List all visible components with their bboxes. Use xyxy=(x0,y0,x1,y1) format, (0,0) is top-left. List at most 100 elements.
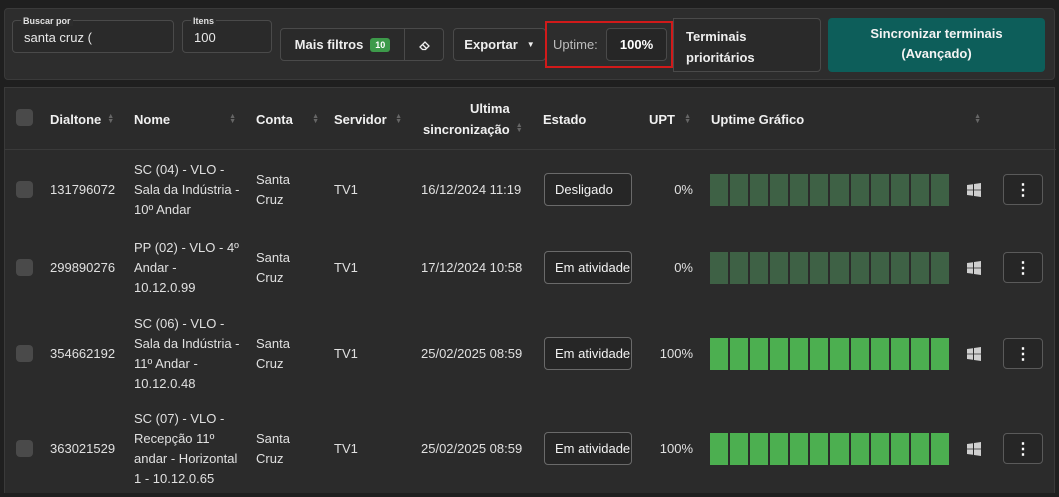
sync-terminals-button[interactable]: Sincronizar terminais (Avançado) xyxy=(828,18,1045,72)
nome-line: 1 - 10.12.0.65 xyxy=(134,471,215,486)
sync-date-cell: 17/12/2024 10:58 xyxy=(421,260,523,275)
column-header-uptime-grafico[interactable]: Uptime Gráfico ▲ ▼ xyxy=(711,88,981,150)
column-header-dialtone[interactable]: Dialtone ▲ ▼ xyxy=(50,88,114,150)
estado-dropdown[interactable]: Desligado xyxy=(544,173,632,206)
conta-line: Cruz xyxy=(256,270,284,285)
uptime-segment xyxy=(730,252,749,284)
uptime-segment xyxy=(770,252,789,284)
more-filters-button[interactable]: Mais filtros 10 xyxy=(281,37,404,52)
conta-cell: Santa Cruz xyxy=(256,334,290,374)
search-input[interactable]: Buscar por santa cruz ( xyxy=(12,16,174,53)
nome-line: Sala da Indústria - xyxy=(134,182,240,197)
row-actions-button[interactable]: ⋮ xyxy=(1003,252,1043,283)
uptime-segment xyxy=(750,174,769,206)
nome-line: 10.12.0.99 xyxy=(134,280,196,295)
items-value: 100 xyxy=(194,30,216,45)
nome-line: SC (07) - VLO - xyxy=(134,411,225,426)
search-label: Buscar por xyxy=(21,16,73,26)
uptime-segment xyxy=(850,433,869,465)
nome-line: SC (04) - VLO - xyxy=(134,162,225,177)
uptime-segment xyxy=(870,338,889,370)
uptime-segment xyxy=(770,433,789,465)
column-label: Dialtone xyxy=(50,111,102,127)
uptime-segment xyxy=(830,252,849,284)
uptime-segment xyxy=(910,252,929,284)
sync-date-cell: 16/12/2024 11:19 xyxy=(421,182,522,197)
uptime-input[interactable]: 100% xyxy=(606,28,667,61)
conta-line: Cruz xyxy=(256,192,284,207)
uptime-segment xyxy=(790,338,809,370)
nome-line: PP (02) - VLO - 4º xyxy=(134,240,239,255)
priority-terminals-button[interactable]: Terminais prioritários xyxy=(673,18,821,72)
column-label: UPT xyxy=(649,111,675,127)
row-checkbox[interactable] xyxy=(16,345,33,362)
uptime-graph xyxy=(710,338,949,370)
dialtone-cell: 131796072 xyxy=(50,182,116,197)
more-filters-group: Mais filtros 10 xyxy=(280,28,444,61)
row-checkbox[interactable] xyxy=(16,181,33,198)
nome-cell: PP (02) - VLO - 4º Andar - 10.12.0.99 xyxy=(134,238,239,298)
uptime-segment xyxy=(730,433,749,465)
nome-line: andar - Horizontal xyxy=(134,451,238,466)
nome-cell: SC (06) - VLO - Sala da Indústria - 11º An… xyxy=(134,314,240,394)
uptime-segment xyxy=(750,433,769,465)
sort-icon: ▲ ▼ xyxy=(395,113,402,125)
uptime-segment xyxy=(810,433,829,465)
kebab-menu-icon: ⋮ xyxy=(1015,345,1031,363)
dialtone-cell: 363021529 xyxy=(50,441,116,456)
uptime-graph xyxy=(710,252,949,284)
uptime-segment xyxy=(830,433,849,465)
uptime-segment xyxy=(710,174,729,206)
clear-filters-button[interactable] xyxy=(405,29,444,60)
uptime-segment xyxy=(930,433,949,465)
items-per-page-input[interactable]: Itens 100 xyxy=(182,16,272,53)
more-filters-label: Mais filtros xyxy=(294,37,364,52)
uptime-segment xyxy=(830,174,849,206)
sort-icon: ▲ ▼ xyxy=(312,113,319,125)
table-row[interactable]: 131796072 SC (04) - VLO - Sala da Indústri… xyxy=(5,151,1056,229)
table-row[interactable]: 354662192 SC (06) - VLO - Sala da Indústri… xyxy=(5,307,1056,401)
uptime-segment xyxy=(870,433,889,465)
row-actions-button[interactable]: ⋮ xyxy=(1003,433,1043,464)
column-header-conta[interactable]: Conta ▲ ▼ xyxy=(256,88,319,150)
row-actions-button[interactable]: ⋮ xyxy=(1003,338,1043,369)
column-header-servidor[interactable]: Servidor ▲ ▼ xyxy=(334,88,402,150)
row-checkbox[interactable] xyxy=(16,259,33,276)
table-row[interactable]: 363021529 SC (07) - VLO - Recepção 11º anda… xyxy=(5,401,1056,497)
filters-count-badge: 10 xyxy=(370,37,391,52)
servidor-cell: TV1 xyxy=(334,346,358,361)
estado-dropdown[interactable]: Em atividade xyxy=(544,337,632,370)
conta-line: Cruz xyxy=(256,451,284,466)
uptime-segment xyxy=(910,338,929,370)
column-label: Uptime Gráfico xyxy=(711,111,805,127)
sync-label-1: Sincronizar terminais xyxy=(870,26,1003,41)
uptime-segment xyxy=(890,252,909,284)
uptime-segment xyxy=(910,433,929,465)
sort-icon: ▲ ▼ xyxy=(974,113,981,125)
uptime-segment xyxy=(790,433,809,465)
uptime-segment xyxy=(850,174,869,206)
nome-line: SC (06) - VLO - xyxy=(134,316,225,331)
sort-icon: ▲ ▼ xyxy=(684,113,691,125)
uptime-segment xyxy=(930,174,949,206)
uptime-segment xyxy=(710,433,729,465)
estado-dropdown[interactable]: Em atividade xyxy=(544,251,632,284)
upt-cell: 0% xyxy=(674,182,693,197)
row-actions-button[interactable]: ⋮ xyxy=(1003,174,1043,205)
uptime-segment xyxy=(870,252,889,284)
column-header-ultima-sincronizacao[interactable]: Ultima sincronização ▲ ▼ xyxy=(423,88,525,150)
export-dropdown-button[interactable]: Exportar ▼ xyxy=(453,28,546,61)
column-header-upt[interactable]: UPT ▲ ▼ xyxy=(649,88,691,150)
column-header-nome[interactable]: Nome ▲ ▼ xyxy=(134,88,236,150)
uptime-segment xyxy=(730,174,749,206)
items-label: Itens xyxy=(191,16,217,26)
row-checkbox[interactable] xyxy=(16,440,33,457)
nome-cell: SC (04) - VLO - Sala da Indústria - 10º An… xyxy=(134,160,240,220)
nome-line: 10º Andar xyxy=(134,202,191,217)
servidor-cell: TV1 xyxy=(334,441,358,456)
estado-dropdown[interactable]: Em atividade xyxy=(544,432,632,465)
select-all-checkbox[interactable] xyxy=(16,109,33,126)
uptime-segment xyxy=(890,174,909,206)
table-row[interactable]: 299890276 PP (02) - VLO - 4º Andar - 10.12.… xyxy=(5,229,1056,307)
dialtone-cell: 299890276 xyxy=(50,260,116,275)
